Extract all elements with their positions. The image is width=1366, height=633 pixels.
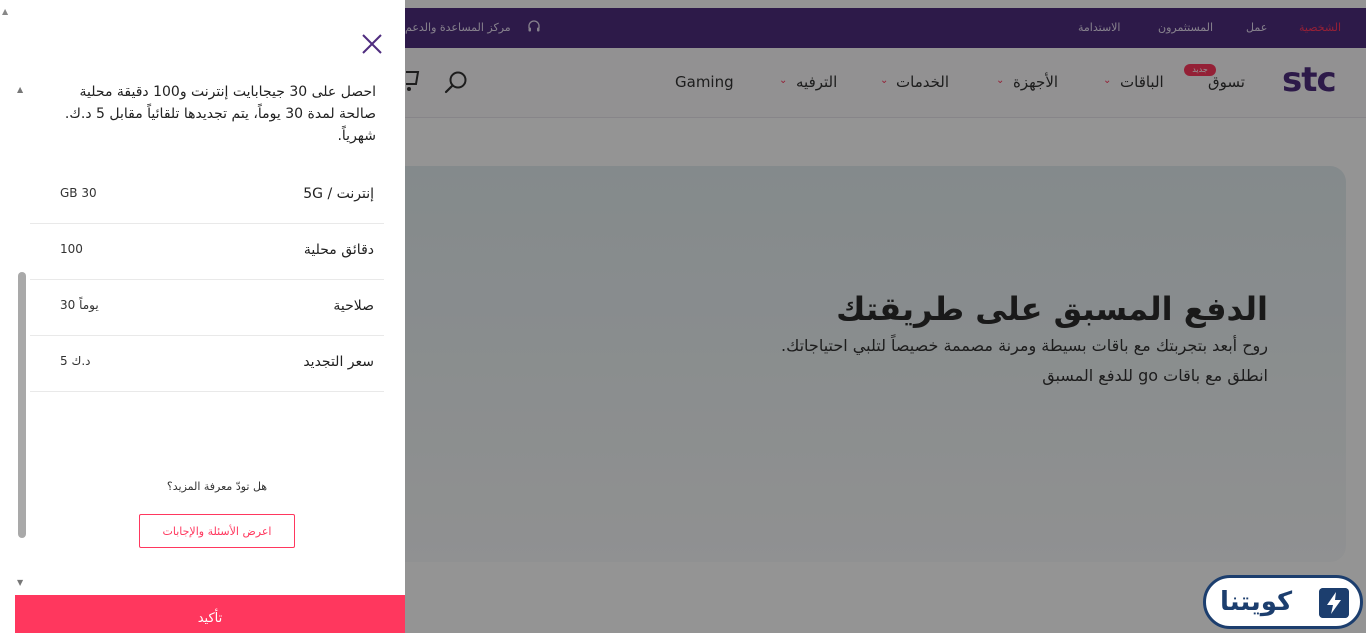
close-icon[interactable] [360, 32, 384, 56]
lightning-icon [1319, 588, 1349, 618]
detail-value: 100 [60, 242, 83, 256]
faq-question: هل تودّ معرفة المزيد؟ [166, 480, 268, 493]
watermark-text: كويتنا [1220, 587, 1293, 617]
scrollbar-thumb[interactable] [18, 272, 26, 538]
page: الشخصية عمل المستثمرون الاستدامة مركز ال… [0, 0, 1366, 633]
scroll-up-icon[interactable]: ▲ [17, 85, 23, 94]
scrollbar[interactable]: ▲ ▲ ▼ [0, 0, 30, 596]
detail-row-internet: إنترنت / 5G GB 30 [30, 168, 384, 224]
detail-label: صلاحية [333, 298, 374, 314]
detail-value: GB 30 [60, 186, 97, 200]
detail-row-minutes: دقائق محلية 100 [30, 224, 384, 280]
detail-row-renewal-price: سعر التجديد 5 د.ك [30, 336, 384, 392]
view-faq-button[interactable]: اعرض الأسئلة والإجابات [139, 514, 295, 548]
detail-row-validity: صلاحية 30 يوماً [30, 280, 384, 336]
plan-description: احصل على 30 جيجابايت إنترنت و100 دقيقة م… [64, 84, 376, 144]
scroll-up-icon[interactable]: ▲ [2, 7, 8, 16]
scroll-down-icon[interactable]: ▼ [17, 578, 23, 587]
plan-details-panel: ▲ ▲ ▼ احصل على 30 جيجابايت إنترنت و100 د… [0, 0, 405, 633]
detail-label: دقائق محلية [303, 242, 374, 258]
watermark-logo: كويتنا [1203, 575, 1363, 629]
detail-label: سعر التجديد [303, 354, 374, 370]
detail-label: إنترنت / 5G [303, 186, 374, 202]
confirm-button[interactable]: تأكيد [15, 595, 405, 633]
detail-value: 5 د.ك [60, 354, 91, 368]
detail-value: 30 يوماً [60, 298, 99, 312]
